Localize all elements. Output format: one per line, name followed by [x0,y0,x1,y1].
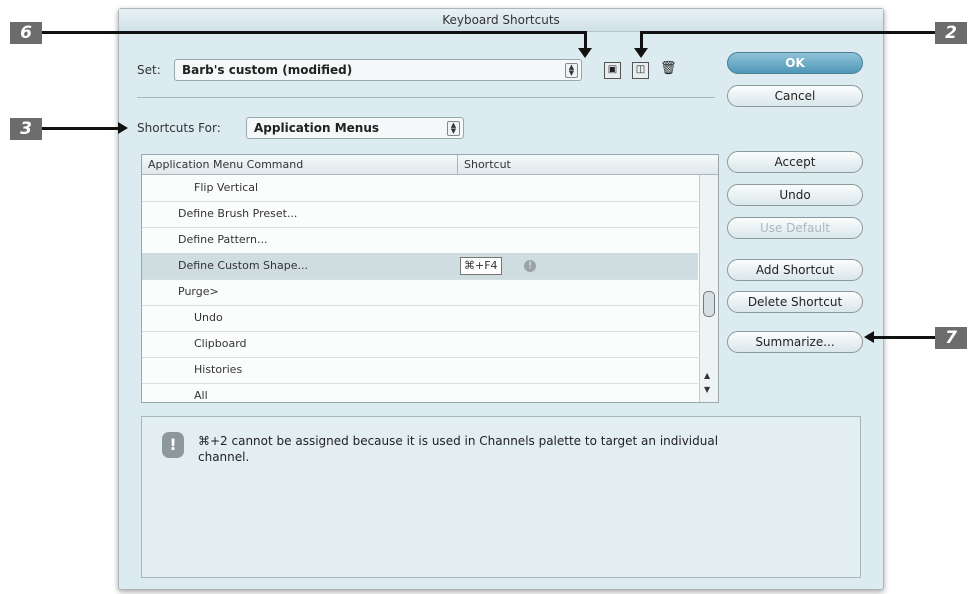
table-row[interactable]: Flip Vertical [142,175,698,202]
scroll-thumb[interactable] [703,291,715,317]
popup-stepper-icon: ▲ ▼ [447,121,460,136]
message-text: ⌘+2 cannot be assigned because it is use… [198,434,719,464]
keyboard-shortcuts-dialog: Keyboard Shortcuts Set: Barb's custom (m… [118,8,884,590]
shortcuts-table: Application Menu Command Shortcut Flip V… [141,154,719,403]
shortcut-input[interactable]: ⌘+F4 [460,257,502,275]
table-row[interactable]: Purge> [142,279,698,306]
popup-stepper-icon: ▲ ▼ [565,63,578,78]
table-row[interactable]: Define Brush Preset... [142,201,698,228]
summarize-button[interactable]: Summarize... [727,331,863,353]
table-row[interactable]: Define Pattern... [142,227,698,254]
table-row[interactable]: All [142,383,698,402]
new-set-icon[interactable]: ◫ [632,62,649,79]
save-set-icon[interactable]: ▣ [604,62,621,79]
delete-set-icon[interactable]: 🗑 [660,62,677,77]
accept-button[interactable]: Accept [727,151,863,173]
use-default-button[interactable]: Use Default [727,217,863,239]
callout-6-line [42,31,585,34]
set-value: Barb's custom (modified) [182,63,353,77]
table-row[interactable]: Clipboard [142,331,698,358]
callout-6: 6 [10,22,42,44]
callout-3-line [42,127,120,130]
callout-2-arrow-icon [634,48,648,58]
shortcuts-for-popup[interactable]: Application Menus ▲ ▼ [246,117,464,139]
cancel-button[interactable]: Cancel [727,85,863,107]
separator [137,97,715,98]
table-row[interactable]: Undo [142,305,698,332]
column-header-command[interactable]: Application Menu Command [142,155,458,175]
callout-7: 7 [935,327,967,349]
set-popup[interactable]: Barb's custom (modified) ▲ ▼ [174,59,582,81]
callout-7-line [874,336,935,339]
callout-2-line [641,31,935,34]
vertical-scrollbar[interactable]: ▲ ▼ [699,175,718,402]
table-row-selected[interactable]: Define Custom Shape... ⌘+F4 ! [142,253,698,280]
ok-button[interactable]: OK [727,52,863,74]
callout-3-arrow-icon [118,122,128,134]
callout-2: 2 [935,22,967,44]
set-label: Set: [137,63,161,77]
callout-6-arrow-icon [578,48,592,58]
scroll-down-arrow-icon[interactable]: ▼ [704,385,710,394]
column-header-shortcut[interactable]: Shortcut [458,155,718,175]
scroll-up-arrow-icon[interactable]: ▲ [704,371,710,380]
shortcuts-for-value: Application Menus [254,121,380,135]
callout-3: 3 [10,118,42,140]
add-shortcut-button[interactable]: Add Shortcut [727,259,863,281]
undo-button[interactable]: Undo [727,184,863,206]
window-title: Keyboard Shortcuts [119,9,883,32]
message-panel: ! ⌘+2 cannot be assigned because it is u… [141,416,861,578]
shortcuts-for-label: Shortcuts For: [137,121,221,135]
callout-7-arrow-icon [864,331,874,343]
table-row[interactable]: Histories [142,357,698,384]
conflict-warning-icon: ! [524,260,536,272]
delete-shortcut-button[interactable]: Delete Shortcut [727,291,863,313]
warning-icon: ! [162,432,184,458]
